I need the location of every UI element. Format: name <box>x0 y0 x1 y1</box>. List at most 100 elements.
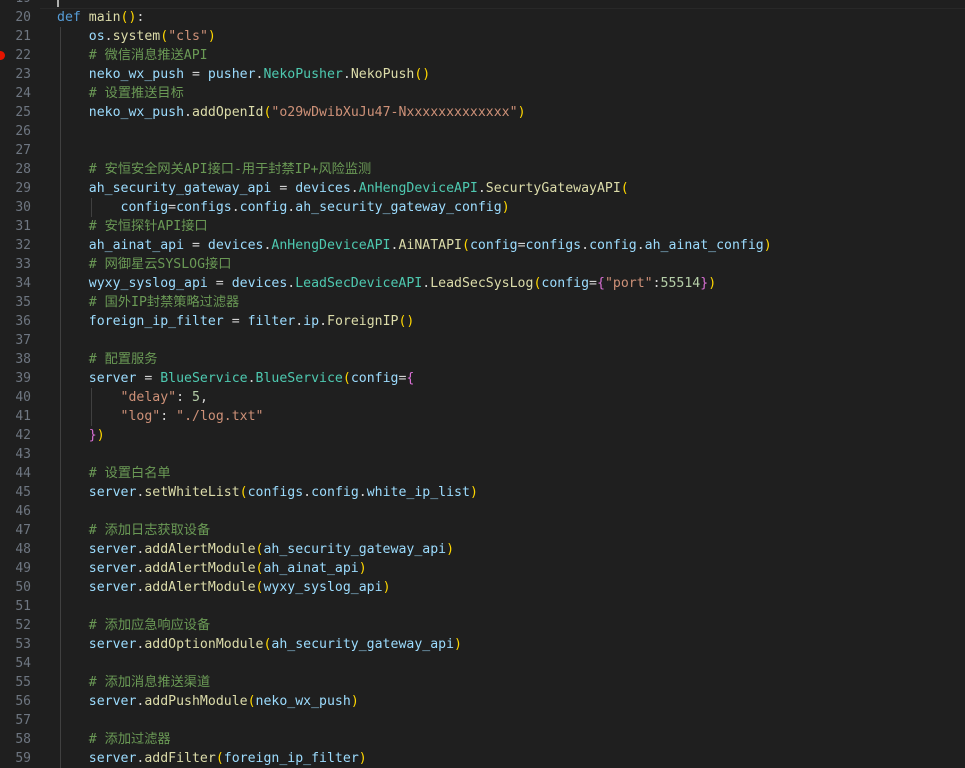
token-fn: ForeignIP <box>327 314 399 329</box>
code-line[interactable]: 28 # 安恒安全网关API接口-用于封禁IP+风险监测 <box>0 160 965 179</box>
token-str: "delay" <box>120 390 177 405</box>
code-line[interactable]: 43 <box>0 445 965 464</box>
code-line[interactable]: 42 }) <box>0 426 965 445</box>
code-line[interactable]: 53 server.addOptionModule(ah_security_ga… <box>0 635 965 654</box>
code-line[interactable]: 52 # 添加应急响应设备 <box>0 616 965 635</box>
token-var: foreign_ip_filter <box>88 314 224 329</box>
line-number: 40 <box>15 390 31 405</box>
code-line[interactable]: 31 # 安恒探针API接口 <box>0 217 965 236</box>
code-line[interactable]: 33 # 网御星云SYSLOG接口 <box>0 255 965 274</box>
code-line[interactable]: 23 neko_wx_push = pusher.NekoPusher.Neko… <box>0 65 965 84</box>
token-op: = <box>589 276 597 291</box>
token-p1: ) <box>469 485 478 500</box>
code-line[interactable]: 58 # 添加过滤器 <box>0 730 965 749</box>
token-p1: () <box>414 67 431 82</box>
token-fn: main <box>88 10 121 25</box>
token-p1: ) <box>446 542 455 557</box>
code-line[interactable]: 32 ah_ainat_api = devices. AnHengDeviceAP… <box>0 236 965 255</box>
token-var: server <box>88 561 137 576</box>
token-fn: addFilter <box>144 751 216 766</box>
code-line[interactable]: 21 os.system("cls") <box>0 27 965 46</box>
token-var: server <box>88 542 137 557</box>
code-line[interactable]: 35 # 国外IP封禁策略过滤器 <box>0 293 965 312</box>
line-number: 44 <box>15 466 31 481</box>
token-op: . <box>303 485 312 500</box>
token-op: = <box>136 371 161 386</box>
code-text: # 添加应急响应设备 <box>57 616 210 635</box>
token-p2: } <box>700 276 709 291</box>
code-line[interactable]: 49 server.addAlertModule(ah_ainat_api) <box>0 559 965 578</box>
code-line[interactable]: 57 <box>0 711 965 730</box>
token-p1: ( <box>461 238 470 253</box>
code-line[interactable]: 19 <box>0 0 965 9</box>
token-var: config <box>541 276 590 291</box>
code-line[interactable]: 59 server.addFilter(foreign_ip_filter) <box>0 749 965 768</box>
token-op: : <box>160 409 177 424</box>
line-number: 28 <box>15 162 31 177</box>
token-var: neko_wx_push <box>88 105 185 120</box>
code-line[interactable]: 24 # 设置推送目标 <box>0 84 965 103</box>
code-editor[interactable]: 1920def main():21 os.system("cls")22 # 微… <box>0 0 965 768</box>
code-line[interactable]: 50 server.addAlertModule(wyxy_syslog_api… <box>0 578 965 597</box>
token-var: neko_wx_push <box>255 694 351 709</box>
code-line[interactable]: 56 server.addPushModule(neko_wx_push) <box>0 692 965 711</box>
code-text: "log": "./log.txt" <box>57 407 264 426</box>
code-line[interactable]: 34 wyxy_syslog_api = devices.LeadSecDevi… <box>0 274 965 293</box>
code-line[interactable]: 46 <box>0 502 965 521</box>
token-fn: addAlertModule <box>144 580 256 595</box>
code-line[interactable]: 48 server.addAlertModule(ah_security_gat… <box>0 540 965 559</box>
token-op: = <box>207 276 232 291</box>
token-op: . <box>295 314 304 329</box>
code-line[interactable]: 37 <box>0 331 965 350</box>
token-cmt: # 添加过滤器 <box>88 732 171 747</box>
code-line[interactable]: 51 <box>0 597 965 616</box>
token-p1: ( <box>239 485 248 500</box>
code-text: def main(): <box>57 8 144 27</box>
token-cmt: # 设置推送目标 <box>88 86 184 101</box>
code-line[interactable]: 41 "log": "./log.txt" <box>0 407 965 426</box>
code-text: # 设置白名单 <box>57 464 171 483</box>
token-op: . <box>350 181 359 196</box>
code-text: # 配置服务 <box>57 350 158 369</box>
line-number: 48 <box>15 542 31 557</box>
code-line[interactable]: 38 # 配置服务 <box>0 350 965 369</box>
token-var: configs <box>176 200 232 215</box>
code-line[interactable]: 47 # 添加日志获取设备 <box>0 521 965 540</box>
token-fn: addOptionModule <box>144 637 264 652</box>
code-line[interactable]: 54 <box>0 654 965 673</box>
code-line[interactable]: 29 ah_security_gateway_api = devices.AnH… <box>0 179 965 198</box>
token-p1: ) <box>763 238 772 253</box>
token-op: . <box>319 314 328 329</box>
code-line[interactable]: 20 def main(): <box>0 8 965 27</box>
code-line[interactable]: 40 "delay": 5, <box>0 388 965 407</box>
token-var: wyxy_syslog_api <box>88 276 208 291</box>
code-line[interactable]: 39 server = BlueService.BlueService(conf… <box>0 369 965 388</box>
code-line[interactable]: 26 <box>0 122 965 141</box>
text-cursor <box>57 0 59 7</box>
token-fn: SecurtyGatewayAPI <box>485 181 621 196</box>
token-cmt: # 微信消息推送API <box>88 48 208 63</box>
line-number: 30 <box>15 200 31 215</box>
token-var: ah_ainat_api <box>88 238 185 253</box>
token-cmt: # 添加消息推送渠道 <box>88 675 211 690</box>
code-line[interactable]: 45 server.setWhiteList(configs.config.wh… <box>0 483 965 502</box>
code-text: server.setWhiteList(configs.config.white… <box>57 483 478 502</box>
code-line[interactable]: 36 foreign_ip_filter = filter.ip.Foreign… <box>0 312 965 331</box>
token-op <box>81 10 89 25</box>
code-line[interactable]: 27 <box>0 141 965 160</box>
code-line[interactable]: 30 config=configs.config.ah_security_gat… <box>0 198 965 217</box>
code-line[interactable]: 25 neko_wx_push.addOpenId("o29wDwibXuJu4… <box>0 103 965 122</box>
line-number: 55 <box>15 675 31 690</box>
code-line[interactable]: 55 # 添加消息推送渠道 <box>0 673 965 692</box>
token-var: server <box>88 637 137 652</box>
token-cmt: # 安恒探针API接口 <box>88 219 208 234</box>
token-cmt: # 配置服务 <box>88 352 158 367</box>
token-cmt: # 添加日志获取设备 <box>88 523 211 538</box>
token-p1: ) <box>358 561 367 576</box>
token-var: config <box>350 371 399 386</box>
token-var: configs <box>247 485 304 500</box>
line-number: 56 <box>15 694 31 709</box>
token-p1: ) <box>382 580 391 595</box>
code-line[interactable]: 22 # 微信消息推送API <box>0 46 965 65</box>
code-line[interactable]: 44 # 设置白名单 <box>0 464 965 483</box>
